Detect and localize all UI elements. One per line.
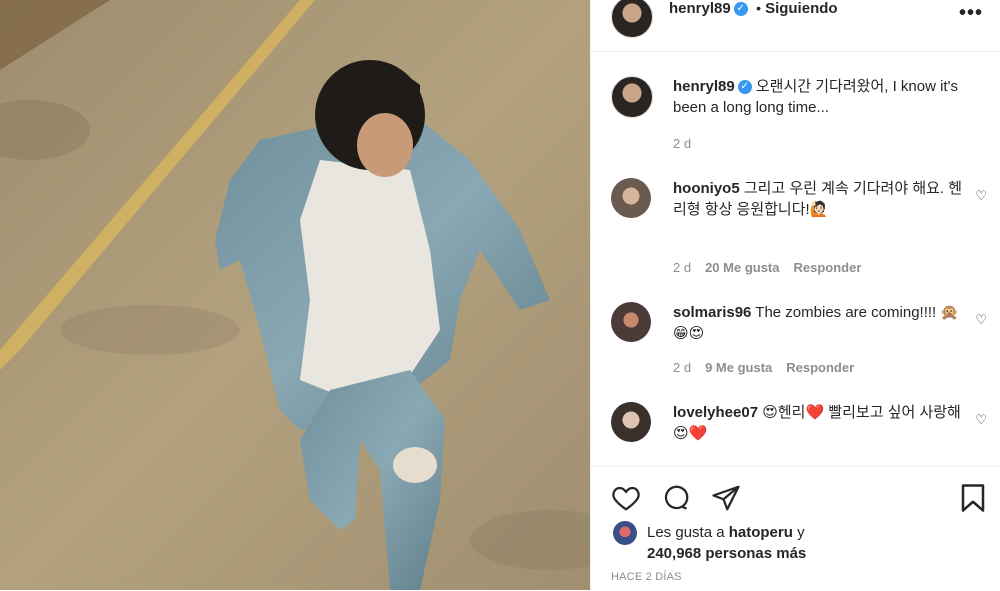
post-detail-panel: henryl89 ✓ • Siguiendo ••• henryl89 ✓ 오랜시간 … xyxy=(590,0,1000,590)
caption-time: 2 d xyxy=(673,136,692,151)
verified-badge-icon: ✓ xyxy=(737,80,752,95)
avatar[interactable] xyxy=(611,0,653,38)
like-comment-heart-icon[interactable]: ♡ xyxy=(975,312,987,328)
comment-text-block: hooniyo5 그리고 우린 계속 기다려야 해요. 헨리형 항상 응원합니다… xyxy=(673,178,963,220)
comment-likes[interactable]: 9 Me gusta xyxy=(705,360,772,375)
separator-dot: • xyxy=(756,0,762,16)
header-username[interactable]: henryl89 xyxy=(669,0,731,17)
post-photo[interactable] xyxy=(0,0,590,590)
like-comment-heart-icon[interactable]: ♡ xyxy=(975,412,987,428)
likes-prefix: Les gusta a xyxy=(647,524,729,541)
comment-item: hooniyo5 그리고 우린 계속 기다려야 해요. 헨리형 항상 응원합니다… xyxy=(611,178,987,278)
post-image xyxy=(0,0,590,590)
likes-count[interactable]: 240,968 personas más xyxy=(647,545,806,562)
comment-item: solmaris96 The zombies are coming!!!! 🙊😁… xyxy=(611,302,987,382)
likes-summary: Les gusta a hatoperu y 240,968 personas … xyxy=(647,522,987,564)
avatar[interactable] xyxy=(611,302,651,342)
comment-username[interactable]: lovelyhee07 xyxy=(673,404,758,421)
bookmark-icon[interactable] xyxy=(959,483,987,513)
comment-item: lovelyhee07 😍헨리❤️ 빨리보고 싶어 사랑해😍❤️ ♡ xyxy=(611,402,987,462)
comment-username[interactable]: hooniyo5 xyxy=(673,180,740,197)
likes-mid: y xyxy=(792,524,805,541)
caption-username[interactable]: henryl89 xyxy=(673,78,735,95)
comment-icon[interactable] xyxy=(661,483,691,513)
caption: henryl89 ✓ 오랜시간 기다려왔어, I know it's been a… xyxy=(611,76,958,156)
avatar[interactable] xyxy=(611,402,651,442)
verified-badge-icon: ✓ xyxy=(733,1,748,16)
like-comment-heart-icon[interactable]: ♡ xyxy=(975,188,987,204)
more-horizontal-icon[interactable]: ••• xyxy=(959,2,983,25)
follow-status-button[interactable]: Siguiendo xyxy=(765,0,838,17)
heart-icon[interactable] xyxy=(611,483,641,513)
avatar[interactable] xyxy=(613,521,637,545)
reply-button[interactable]: Responder xyxy=(794,260,862,275)
comment-time: 2 d xyxy=(673,260,692,275)
likes-user[interactable]: hatoperu xyxy=(729,524,793,541)
reply-button[interactable]: Responder xyxy=(786,360,854,375)
avatar[interactable] xyxy=(611,178,651,218)
comment-username[interactable]: solmaris96 xyxy=(673,304,751,321)
comment-text-block: solmaris96 The zombies are coming!!!! 🙊😁… xyxy=(673,302,963,344)
comment-likes[interactable]: 20 Me gusta xyxy=(705,260,779,275)
comment-meta: 2 d 20 Me gusta Responder xyxy=(673,260,861,275)
comment-meta: 2 d 9 Me gusta Responder xyxy=(673,360,854,375)
caption-text-block: henryl89 ✓ 오랜시간 기다려왔어, I know it's been a… xyxy=(673,76,963,118)
comment-text-block: lovelyhee07 😍헨리❤️ 빨리보고 싶어 사랑해😍❤️ xyxy=(673,402,963,444)
post-timestamp[interactable]: HACE 2 DÍAS xyxy=(611,571,682,583)
post-actions: Les gusta a hatoperu y 240,968 personas … xyxy=(591,466,1000,591)
comment-time: 2 d xyxy=(673,360,692,375)
post-header: henryl89 ✓ • Siguiendo ••• xyxy=(591,0,1000,52)
avatar[interactable] xyxy=(611,76,653,118)
share-icon[interactable] xyxy=(711,483,741,513)
